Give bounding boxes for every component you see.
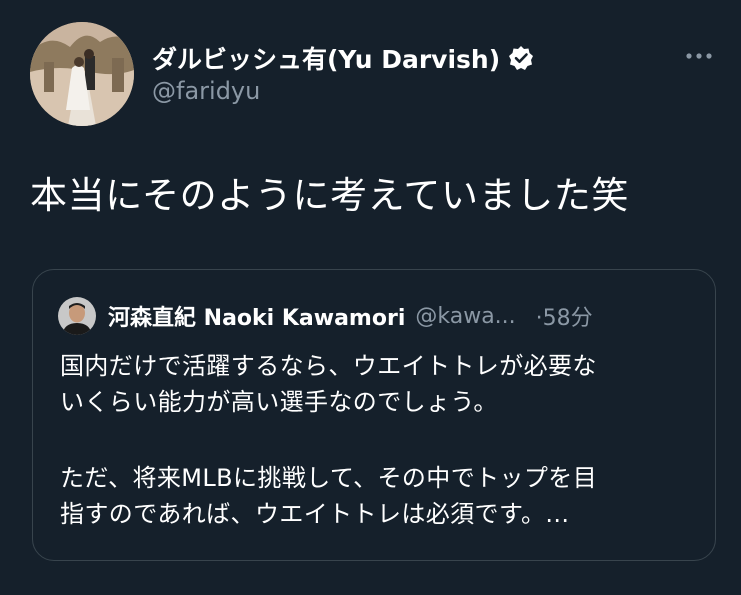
quoted-tweet-card[interactable]: 河森直紀 Naoki Kawamori @kawa... ·58分 国内だけで活…	[32, 269, 716, 561]
quoted-author-handle[interactable]: @kawa...	[415, 304, 515, 329]
quoted-tweet-time[interactable]: ·58分	[536, 300, 593, 332]
author-name-row[interactable]: ダルビッシュ有(Yu Darvish)	[152, 40, 534, 76]
quoted-author-name[interactable]: 河森直紀 Naoki Kawamori	[108, 300, 405, 332]
quoted-text-line: ただ、将来MLBに挑戦して、その中でトップを目	[60, 464, 598, 492]
quoted-author-avatar[interactable]	[58, 297, 96, 335]
verified-badge-icon	[508, 45, 534, 71]
tweet-view: ダルビッシュ有(Yu Darvish) @faridyu 本当にそのように考えて…	[0, 0, 741, 595]
quoted-text-line: 国内だけで活躍するなら、ウエイトトレが必要な	[60, 352, 597, 380]
author-display-name[interactable]: ダルビッシュ有(Yu Darvish)	[152, 40, 500, 76]
tweet-text: 本当にそのように考えていました笑	[30, 174, 630, 217]
quoted-tweet-text: 国内だけで活躍するなら、ウエイトトレが必要な いくらい能力が高い選手なのでしょう…	[60, 348, 700, 532]
more-options-icon[interactable]	[683, 46, 715, 66]
quoted-text-line: 指すのであれば、ウエイトトレは必須です。...	[60, 500, 570, 528]
quoted-text-line: いくらい能力が高い選手なのでしょう。	[60, 388, 498, 416]
quoted-author-header[interactable]: 河森直紀 Naoki Kawamori @kawa... ·58分	[108, 300, 593, 332]
author-avatar[interactable]	[30, 22, 134, 126]
author-handle[interactable]: @faridyu	[152, 77, 260, 105]
